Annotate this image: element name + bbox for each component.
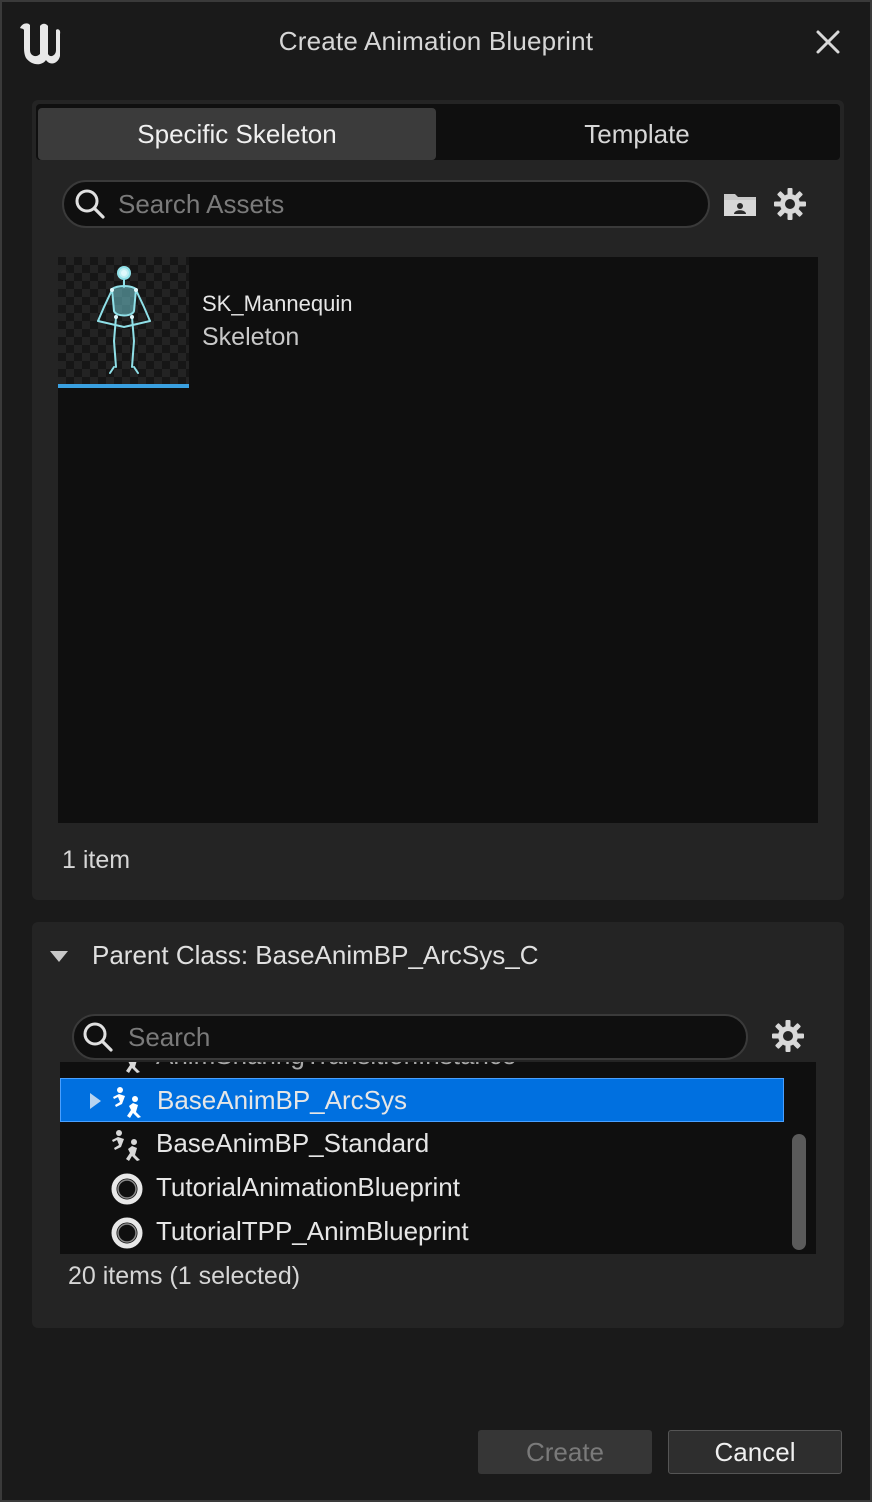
tab-template[interactable]: Template: [438, 108, 836, 160]
list-item-label: TutorialAnimationBlueprint: [156, 1172, 460, 1202]
ring-icon: [111, 1217, 143, 1249]
dialog-title: Create Animation Blueprint: [278, 26, 594, 56]
ring-icon: [111, 1173, 143, 1205]
asset-type: Skeleton: [202, 323, 300, 351]
anim-blueprint-icon: [112, 1130, 140, 1161]
asset-tile-sk-mannequin[interactable]: [58, 257, 189, 388]
tab-specific-skeleton[interactable]: Specific Skeleton: [38, 108, 436, 160]
mannequin-thumbnail: [58, 257, 189, 385]
asset-search-box[interactable]: [62, 180, 710, 228]
settings-gear-icon[interactable]: [770, 1018, 806, 1054]
list-scrollbar[interactable]: [792, 1134, 806, 1250]
search-icon: [75, 189, 105, 219]
asset-view: SK_Mannequin Skeleton: [58, 257, 818, 823]
create-button[interactable]: Create: [478, 1430, 652, 1474]
list-item[interactable]: TutorialTPP_AnimBlueprint: [60, 1210, 784, 1254]
anim-blueprint-icon: [126, 1062, 140, 1073]
list-item-label: BaseAnimBP_Standard: [156, 1128, 430, 1158]
class-search-box[interactable]: [72, 1014, 748, 1060]
class-search-input[interactable]: [128, 1019, 728, 1055]
create-anim-blueprint-dialog: Create Animation Blueprint Specific Skel…: [0, 0, 872, 1502]
asset-name[interactable]: SK_Mannequin: [202, 291, 352, 317]
parent-class-panel: Parent Class: BaseAnimBP_ArcSys_C Search…: [32, 922, 844, 1328]
list-item-label: AnimSharingTransitionInstance: [156, 1062, 516, 1071]
list-item[interactable]: BaseAnimBP_Standard: [60, 1122, 784, 1166]
parent-class-label[interactable]: Parent Class: BaseAnimBP_ArcSys_C: [92, 940, 539, 971]
list-item[interactable]: TutorialAnimationBlueprint: [60, 1166, 784, 1210]
close-icon[interactable]: [814, 28, 842, 56]
title-bar[interactable]: Create Animation Blueprint: [2, 2, 870, 86]
folder-icon[interactable]: [722, 188, 758, 220]
thumbnail-type-bar: [58, 384, 189, 388]
cancel-button[interactable]: Cancel: [668, 1430, 842, 1474]
class-tree-list[interactable]: AnimSharingTransitionInstance BaseAnimBP…: [60, 1062, 816, 1254]
anim-blueprint-icon: [113, 1087, 141, 1118]
asset-search-input[interactable]: [118, 186, 698, 222]
list-item-selected[interactable]: BaseAnimBP_ArcSys: [60, 1078, 784, 1122]
list-item-label: BaseAnimBP_ArcSys: [157, 1085, 407, 1115]
list-item[interactable]: AnimSharingTransitionInstance: [60, 1062, 784, 1078]
asset-count: 1 item: [62, 846, 131, 874]
settings-gear-icon[interactable]: [772, 186, 808, 222]
expand-arrow-icon[interactable]: [87, 1091, 103, 1111]
mode-tabs: Specific Skeleton Template: [36, 104, 840, 160]
collapse-triangle-icon[interactable]: [48, 948, 70, 964]
search-icon: [83, 1022, 113, 1052]
class-count: 20 items (1 selected): [68, 1262, 301, 1290]
skeleton-picker-panel: Specific Skeleton Template Search Assets…: [32, 100, 844, 900]
list-item-label: TutorialTPP_AnimBlueprint: [156, 1216, 469, 1246]
